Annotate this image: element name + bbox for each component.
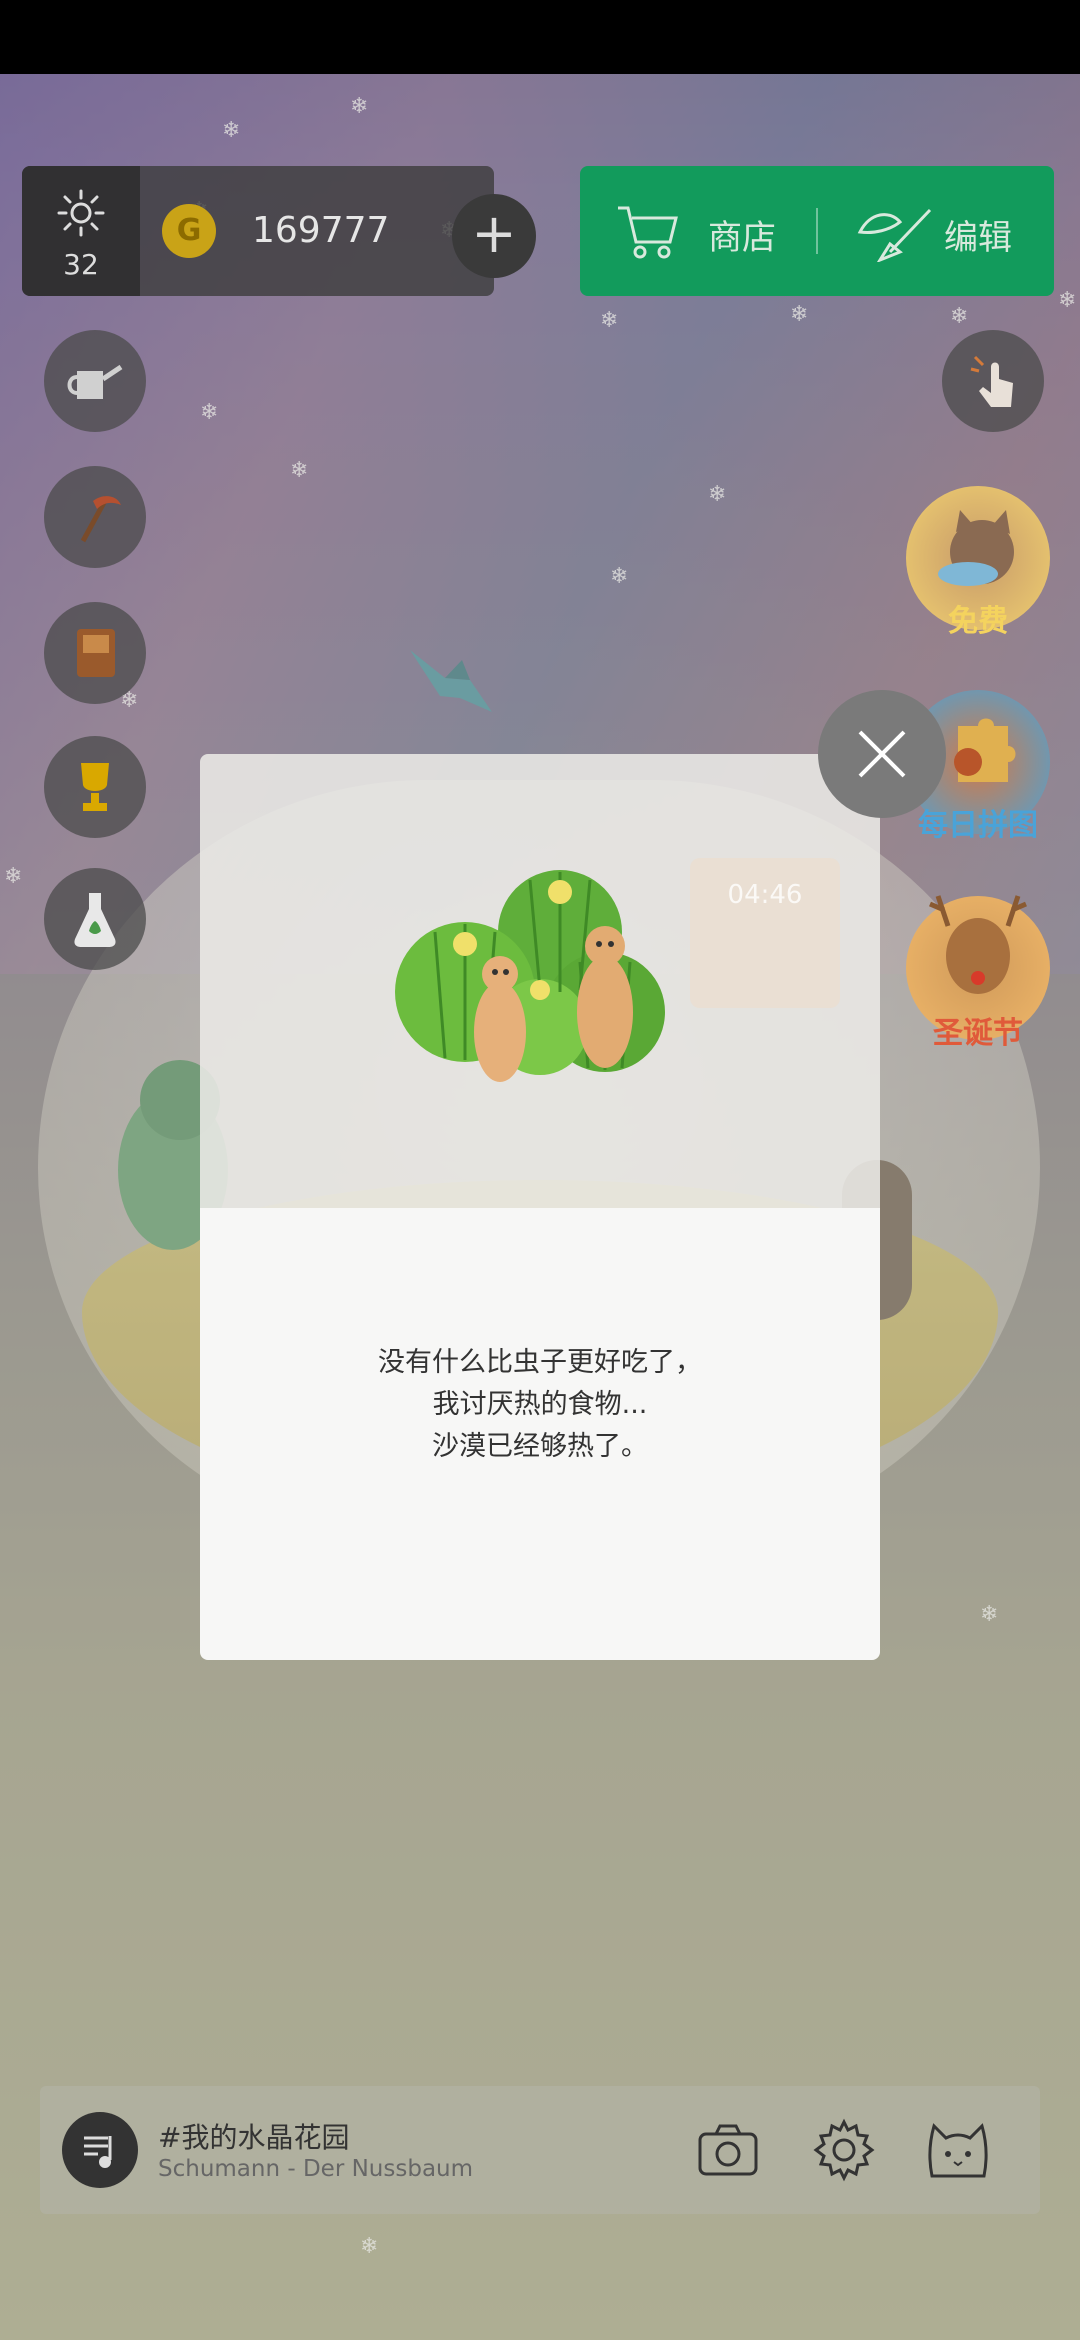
cat-face-button[interactable] xyxy=(924,2116,992,2184)
music-button[interactable] xyxy=(62,2112,138,2188)
reindeer-icon xyxy=(929,895,1027,994)
song-artist: Schumann - Der Nussbaum xyxy=(158,2156,474,2182)
resource-panel: 32 G 169777 xyxy=(22,166,494,296)
music-bar: #我的水晶花园 Schumann - Der Nussbaum xyxy=(40,2086,1040,2214)
shop-label: 商店 xyxy=(708,218,776,258)
close-dialog-button[interactable] xyxy=(818,690,946,818)
cat-icon xyxy=(938,510,1014,586)
dialog-body: 没有什么比虫子更好吃了， 我讨厌热的食物... 沙漠已经够热了。 xyxy=(200,1208,880,1660)
add-coins-button[interactable]: + xyxy=(452,194,536,278)
clock-text: 04:46 xyxy=(727,880,803,910)
song-title: #我的水晶花园 xyxy=(158,2121,350,2154)
camera-button[interactable] xyxy=(694,2116,762,2184)
daily-puzzle-label: 每日拼图 xyxy=(918,808,1038,843)
dialog-line: 沙漠已经够热了。 xyxy=(432,1431,648,1462)
dialog-line: 没有什么比虫子更好吃了， xyxy=(378,1347,702,1378)
close-icon xyxy=(858,730,906,778)
sun-icon xyxy=(57,189,105,237)
dialog-line: 我讨厌热的食物... xyxy=(432,1389,648,1420)
tap-hand-icon xyxy=(970,355,1013,407)
trophy-button[interactable] xyxy=(44,736,146,838)
edit-label: 编辑 xyxy=(944,218,1012,258)
flask-plant-icon xyxy=(74,893,116,947)
settings-button[interactable] xyxy=(810,2116,878,2184)
watering-can-button[interactable] xyxy=(44,330,146,432)
dialog-text: 没有什么比虫子更好吃了， 我讨厌热的食物... 沙漠已经够热了。 xyxy=(200,1342,880,1468)
edit-button[interactable]: 编辑 xyxy=(818,166,1054,296)
trophy-icon xyxy=(81,763,109,811)
sun-counter[interactable]: 32 xyxy=(22,166,140,296)
potion-button[interactable] xyxy=(44,868,146,970)
watering-can-icon xyxy=(67,364,123,399)
gesture-button[interactable] xyxy=(942,330,1044,432)
background-clock: 04:46 xyxy=(690,858,840,1008)
dialog-image-area: 04:46 xyxy=(200,754,880,1208)
music-note-icon xyxy=(84,2136,112,2168)
meerkat-cactus-illustration xyxy=(395,870,665,1082)
status-bar xyxy=(0,0,1080,74)
shop-edit-panel: 商店 编辑 xyxy=(580,166,1054,296)
book-button[interactable] xyxy=(44,602,146,704)
free-event-label: 免费 xyxy=(948,604,1008,639)
plant-shovel-icon xyxy=(857,208,932,262)
gold-coin-icon: G xyxy=(162,204,216,258)
cart-icon xyxy=(618,206,678,259)
christmas-label: 圣诞节 xyxy=(933,1016,1023,1051)
book-icon xyxy=(77,629,115,677)
sun-count: 32 xyxy=(63,248,99,281)
scythe-icon xyxy=(80,495,121,543)
scythe-button[interactable] xyxy=(44,466,146,568)
shop-button[interactable]: 商店 xyxy=(580,166,816,296)
coin-count: 169777 xyxy=(252,210,390,251)
